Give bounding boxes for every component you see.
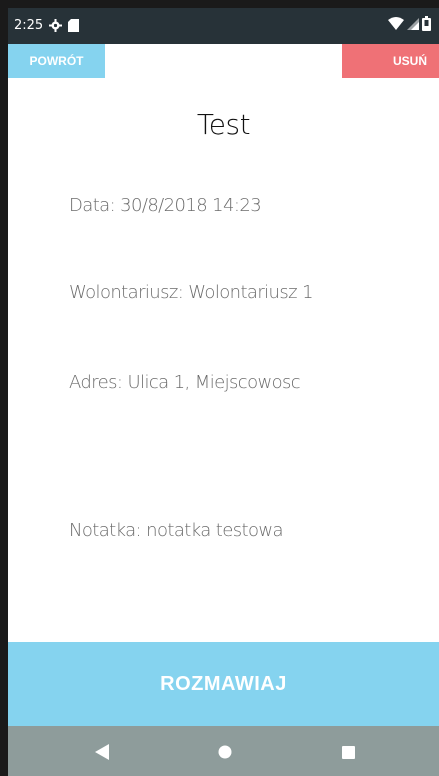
volunteer-text: Wolontariusz: Wolontariusz 1 bbox=[69, 282, 314, 303]
status-time: 2:25 bbox=[14, 18, 44, 33]
nav-back-button[interactable] bbox=[88, 738, 116, 766]
page-title: Test bbox=[196, 108, 251, 141]
recents-square-icon bbox=[341, 745, 355, 759]
gear-icon bbox=[49, 19, 63, 32]
address-text: Adres: Ulica 1, Miejscowosc bbox=[69, 372, 301, 393]
back-button[interactable]: POWRÓT bbox=[8, 44, 105, 78]
date-text: Data: 30/8/2018 14:23 bbox=[69, 195, 262, 216]
wifi-icon bbox=[388, 16, 404, 30]
home-circle-icon bbox=[218, 745, 232, 759]
delete-button[interactable]: USUŃ bbox=[342, 44, 439, 78]
status-bar: 2:25 bbox=[8, 8, 439, 44]
nav-home-button[interactable] bbox=[211, 738, 239, 766]
back-triangle-icon bbox=[95, 744, 109, 760]
device-frame: 2:25 POWRÓT USUŃ Test Data: 30/8/2018 14… bbox=[0, 0, 439, 776]
status-right bbox=[388, 16, 431, 31]
phone-screen: 2:25 POWRÓT USUŃ Test Data: 30/8/2018 14… bbox=[8, 8, 439, 776]
system-nav-bar bbox=[8, 726, 439, 776]
status-left: 2:25 bbox=[14, 18, 80, 33]
note-text: Notatka: notatka testowa bbox=[69, 520, 284, 541]
battery-icon bbox=[422, 16, 431, 31]
sd-card-icon bbox=[68, 19, 80, 32]
talk-button[interactable]: ROZMAWIAJ bbox=[8, 642, 439, 726]
nav-recents-button[interactable] bbox=[334, 738, 362, 766]
signal-icon bbox=[407, 17, 419, 30]
